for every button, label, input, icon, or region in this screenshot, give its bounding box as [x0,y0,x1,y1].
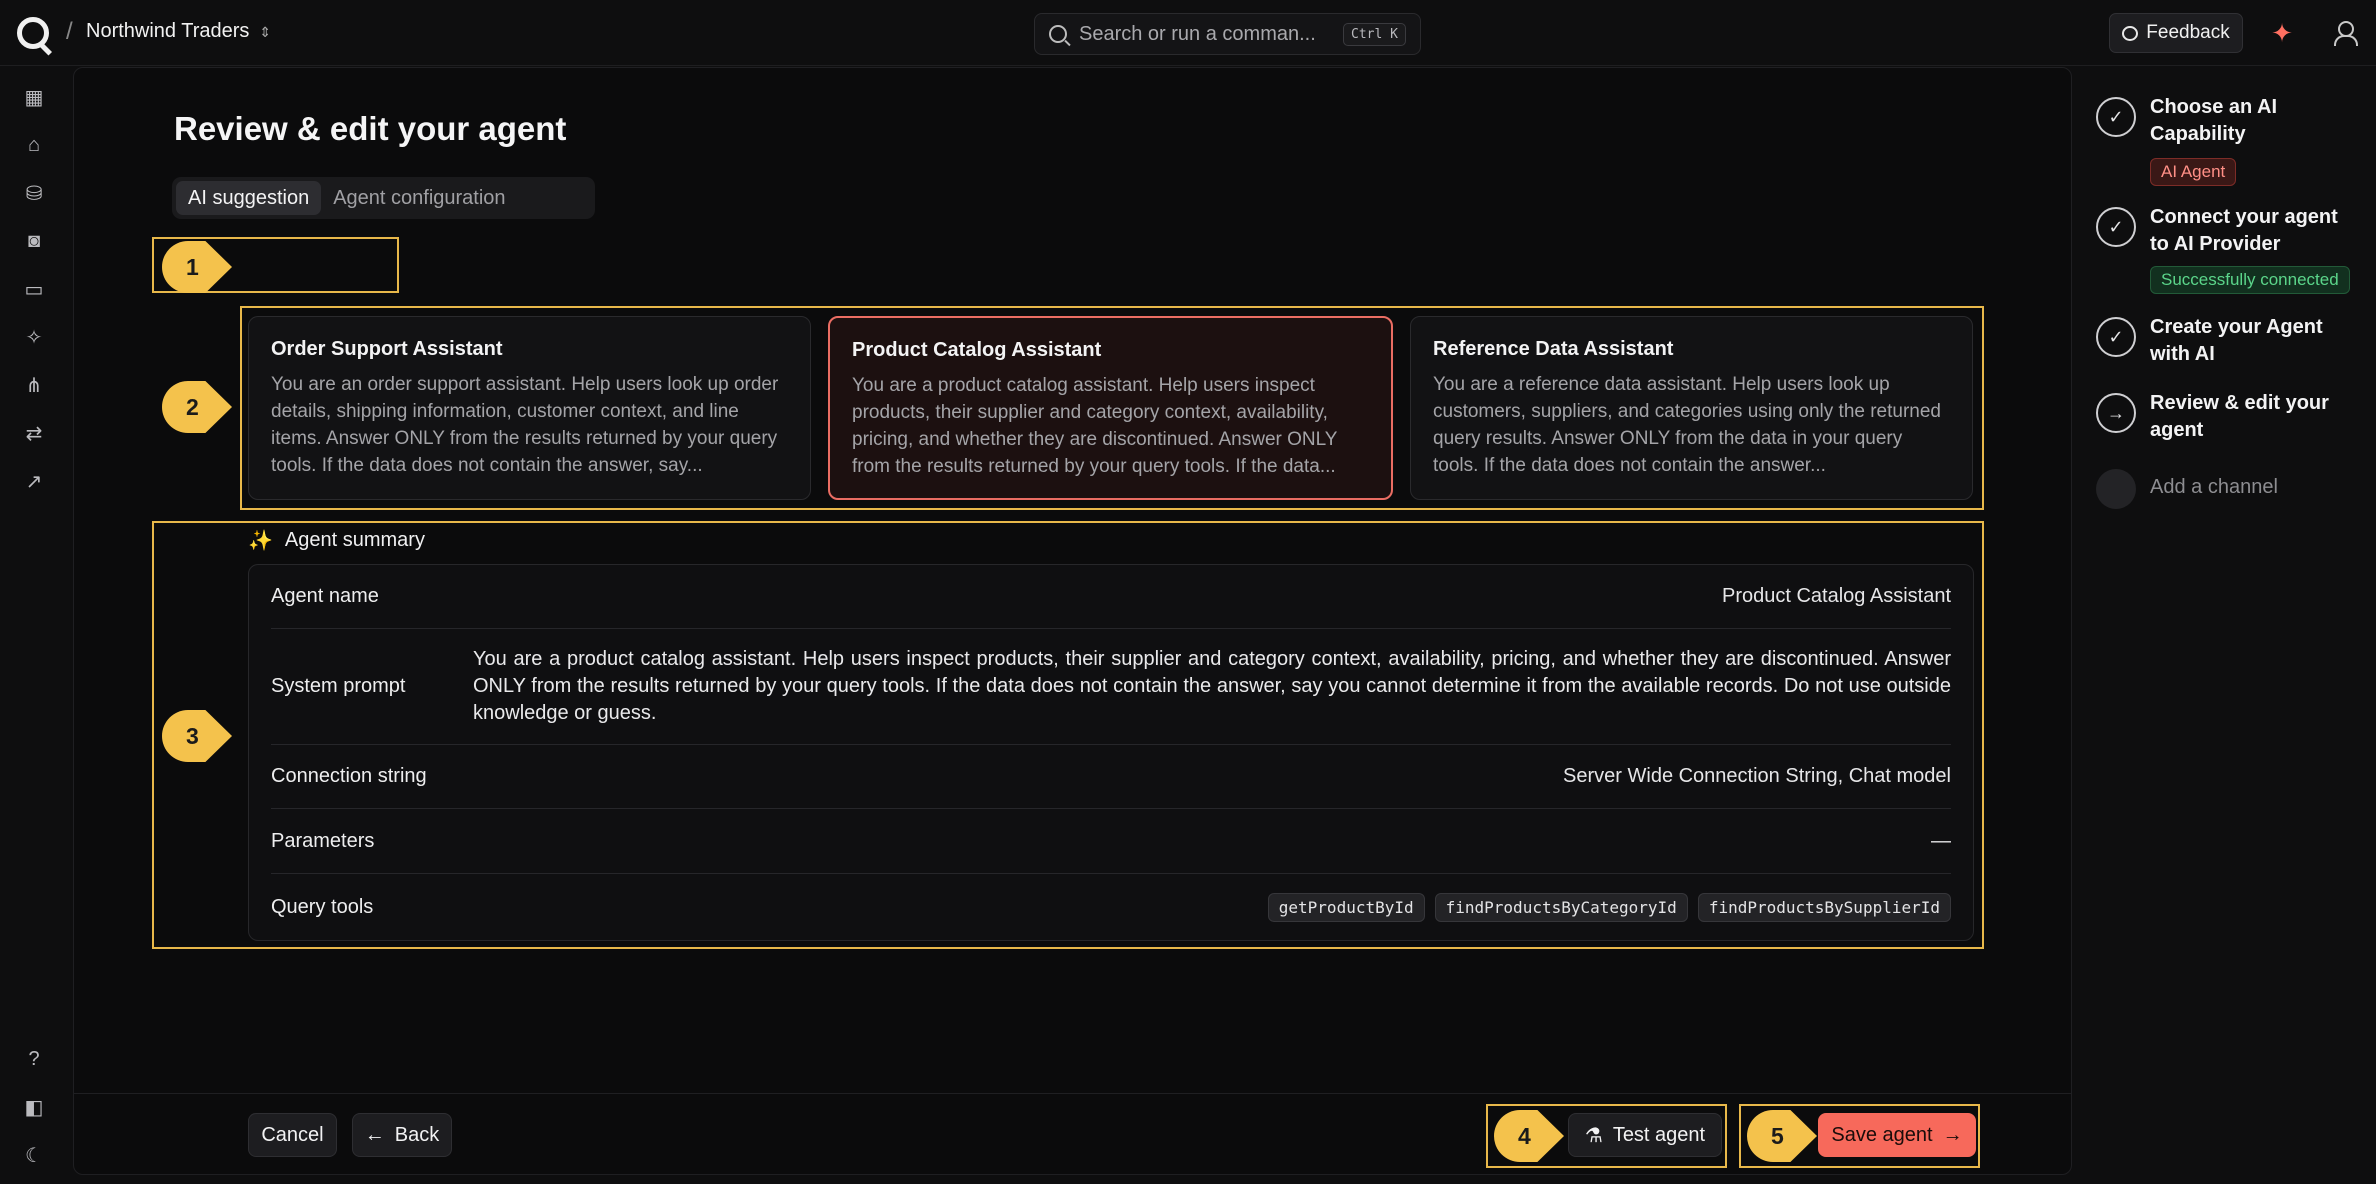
bot-icon[interactable]: ◙ [22,229,46,253]
workflow-icon[interactable]: ⋔ [22,373,46,397]
query-tools-list: getProductById findProductsByCategoryId … [473,892,1951,922]
test-agent-label: Test agent [1612,1123,1706,1146]
user-avatar-icon[interactable] [2333,19,2358,46]
suggestion-card-product-catalog[interactable]: Product Catalog Assistant You are a prod… [828,316,1393,500]
summary-heading-label: Agent summary [284,529,425,551]
back-button[interactable]: ← Back [352,1113,452,1157]
check-icon: ✓ [2096,97,2136,137]
pending-step-icon [2096,469,2136,509]
tab-agent-configuration[interactable]: Agent configuration [321,181,517,215]
card-title: Product Catalog Assistant [852,339,1102,361]
agent-summary-table: Agent name Product Catalog Assistant Sys… [248,564,1974,941]
row-label: Query tools [271,895,374,918]
search-shortcut-hint: Ctrl K [1343,22,1406,46]
breadcrumb-separator: / [66,18,73,45]
row-value: Server Wide Connection String, Chat mode… [1563,765,1951,787]
row-value: — [1931,829,1951,852]
connections-icon[interactable]: ⇄ [22,421,46,445]
ai-sparkle-icon[interactable]: ✦ [2266,17,2298,49]
flask-icon: ⚗ [1584,1124,1603,1147]
system-prompt-text: You are a product catalog assistant. Hel… [473,648,1951,724]
row-label: Agent name [271,585,379,607]
card-title: Reference Data Assistant [1433,338,1674,360]
arrow-left-icon: ← [364,1123,385,1146]
step-marker-4: 4 [1494,1110,1564,1162]
cancel-label: Cancel [261,1123,324,1146]
footer-divider [74,1093,2071,1094]
database-icon[interactable]: ⛁ [22,181,46,205]
check-icon: ✓ [2096,207,2136,247]
query-tool-chip: findProductsByCategoryId [1434,892,1688,922]
help-icon[interactable]: ? [22,1047,46,1071]
search-input[interactable]: Search or run a comman... [1079,23,1331,46]
summary-row-system-prompt: System prompt You are a product catalog … [271,629,1951,745]
sidebar-toggle-icon[interactable]: ◧ [22,1095,46,1119]
search-icon [1049,25,1067,43]
card-description: You are an order support assistant. Help… [271,374,779,476]
theme-moon-icon[interactable]: ☾ [22,1143,46,1167]
chevron-up-down-icon: ⇕ [259,23,272,40]
summary-row-parameters: Parameters — [271,809,1951,874]
row-label: Parameters [271,829,375,852]
tab-ai-suggestion[interactable]: AI suggestion [176,181,322,215]
back-label: Back [394,1123,440,1146]
status-badge: Successfully connected [2150,266,2350,294]
test-agent-button[interactable]: ⚗ Test agent [1568,1113,1722,1157]
sparkles-icon: ✨ [248,530,273,552]
chat-icon[interactable]: ▭ [22,277,46,301]
page-title: Review & edit your agent [174,110,567,147]
check-icon: ✓ [2096,317,2136,357]
left-nav-rail: ▦ ⌂ ⛁ ◙ ▭ ✧ ⋔ ⇄ ↗ ? ◧ ☾ [0,67,70,1184]
sparkles-icon[interactable]: ✧ [22,325,46,349]
summary-row-connection-string: Connection string Server Wide Connection… [271,745,1951,809]
step-marker-1: 1 [162,241,232,293]
arrow-right-circle-icon: → [2096,393,2136,433]
feedback-label: Feedback [2146,22,2230,43]
query-tool-chip: findProductsBySupplierId [1697,892,1951,922]
save-agent-label: Save agent [1831,1123,1933,1146]
summary-row-query-tools: Query tools getProductById findProductsB… [271,874,1951,940]
query-tool-chip: getProductById [1267,892,1425,922]
chat-bubble-icon [2122,25,2139,41]
step-title: Review & edit your agent [2150,392,2329,441]
card-description: You are a product catalog assistant. Hel… [852,375,1338,477]
workspace-switcher[interactable]: Northwind Traders ⇕ [86,20,271,43]
app-logo-icon[interactable] [17,17,49,49]
row-value: Product Catalog Assistant [1721,585,1951,607]
home-icon[interactable]: ⌂ [22,133,46,157]
top-bar: / Northwind Traders ⇕ Search or run a co… [0,0,2376,66]
cancel-button[interactable]: Cancel [248,1113,337,1157]
step-title: Choose an AI Capability [2150,96,2278,145]
dashboard-grid-icon[interactable]: ▦ [22,85,46,109]
suggestion-card-order-support[interactable]: Order Support Assistant You are an order… [248,316,811,500]
card-title: Order Support Assistant [271,338,503,360]
view-tabs: AI suggestion Agent configuration [172,177,595,219]
card-description: You are a reference data assistant. Help… [1433,374,1941,476]
step-marker-5: 5 [1747,1110,1817,1162]
row-label: Connection string [271,765,427,787]
workspace-name: Northwind Traders [86,20,250,42]
suggestion-cards: Order Support Assistant You are an order… [248,316,1973,500]
feedback-button[interactable]: Feedback [2109,13,2243,53]
summary-row-agent-name: Agent name Product Catalog Assistant [271,565,1951,629]
step-title: Create your Agent with AI [2150,316,2323,365]
analytics-chart-icon[interactable]: ↗ [22,469,46,493]
row-label: System prompt [271,675,406,697]
status-badge: AI Agent [2150,158,2237,186]
step-marker-2: 2 [162,381,232,433]
arrow-right-icon: → [1942,1123,1963,1146]
save-agent-button[interactable]: Save agent → [1818,1113,1976,1157]
step-title: Connect your agent to AI Provider [2150,206,2338,255]
command-search[interactable]: Search or run a comman... Ctrl K [1034,13,1421,55]
step-title: Add a channel [2150,476,2278,498]
step-marker-3: 3 [162,710,232,762]
suggestion-card-reference-data[interactable]: Reference Data Assistant You are a refer… [1410,316,1973,500]
agent-summary-heading: ✨ Agent summary [248,528,425,553]
